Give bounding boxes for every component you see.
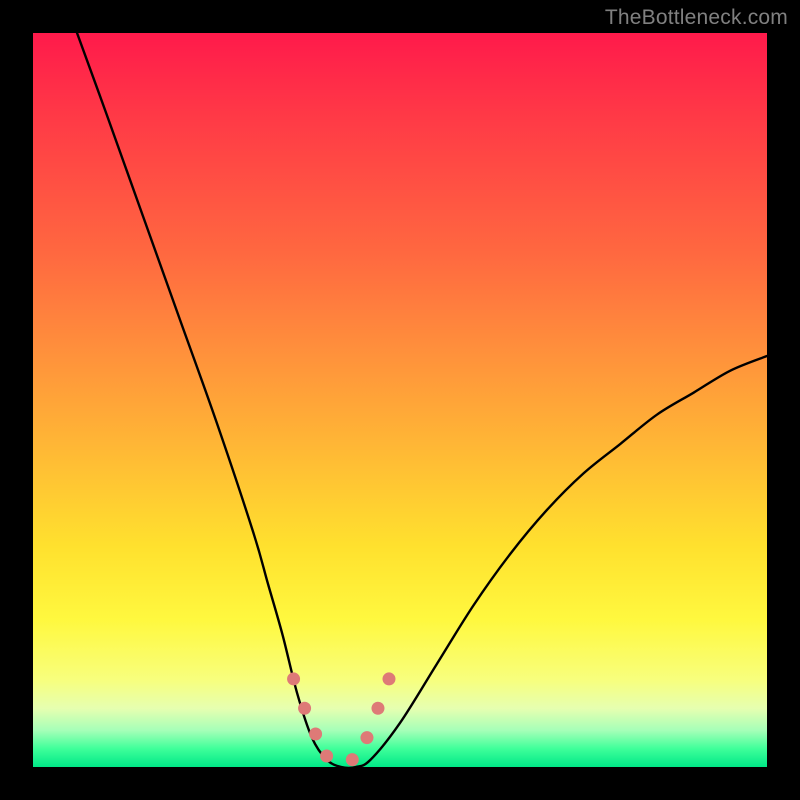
highlight-dot — [346, 753, 359, 766]
bottleneck-curve — [77, 33, 767, 767]
highlight-dot — [287, 672, 300, 685]
highlight-dot — [371, 702, 384, 715]
highlight-dot — [320, 749, 333, 762]
highlight-dot — [309, 727, 322, 740]
highlight-dot — [382, 672, 395, 685]
highlight-dot — [298, 702, 311, 715]
plot-area — [33, 33, 767, 767]
chart-frame: TheBottleneck.com — [0, 0, 800, 800]
watermark-text: TheBottleneck.com — [605, 6, 788, 30]
curve-layer — [33, 33, 767, 767]
highlight-dot — [360, 731, 373, 744]
